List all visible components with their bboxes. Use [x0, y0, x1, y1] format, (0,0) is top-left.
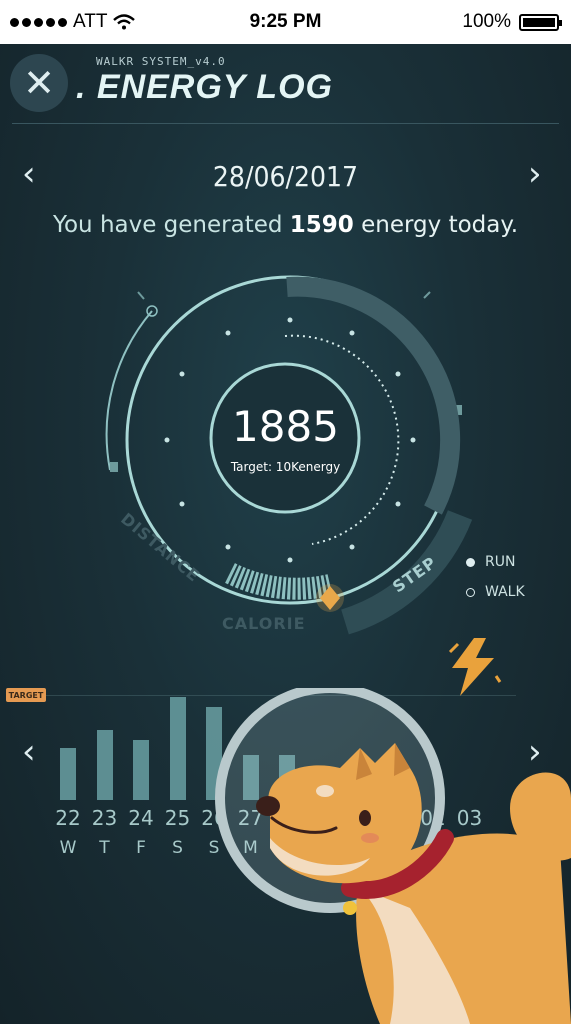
- legend-walk[interactable]: WALK: [466, 584, 525, 600]
- legend-run[interactable]: RUN: [466, 554, 515, 570]
- status-bar: ATT 9:25 PM 100%: [0, 0, 571, 44]
- calorie-arc: [225, 563, 333, 600]
- header-divider: [12, 123, 559, 124]
- step-arc: [340, 510, 473, 635]
- summary-energy-value: 1590: [289, 212, 354, 238]
- walk-dot-icon: [466, 587, 475, 597]
- gauge-value: 1885: [232, 402, 339, 451]
- calorie-label: CALORIE: [222, 614, 306, 633]
- legend-walk-label: WALK: [485, 584, 525, 600]
- date-label: 28/06/2017: [212, 160, 359, 193]
- dog-mascot: [215, 688, 571, 1024]
- previous-week-button[interactable]: ‹: [22, 732, 36, 772]
- legend-run-label: RUN: [485, 554, 516, 570]
- close-button[interactable]: ✕: [10, 54, 68, 112]
- run-dot-icon: [466, 557, 475, 567]
- battery-percent: 100%: [462, 11, 511, 32]
- page-title: . ENERGY LOG: [76, 68, 333, 106]
- energy-summary: You have generated 1590 energy today.: [0, 212, 571, 238]
- status-right: 100%: [462, 11, 562, 33]
- system-label: WALKR SYSTEM_v4.0: [96, 55, 226, 68]
- summary-prefix: You have generated: [52, 212, 283, 238]
- close-icon: ✕: [23, 61, 55, 105]
- target-tag: TARGET: [6, 688, 46, 702]
- next-date-button[interactable]: ›: [528, 154, 542, 194]
- battery-icon: [519, 13, 562, 31]
- summary-suffix: energy today.: [361, 212, 519, 238]
- gauge-target: Target: 10Kenergy: [230, 460, 341, 474]
